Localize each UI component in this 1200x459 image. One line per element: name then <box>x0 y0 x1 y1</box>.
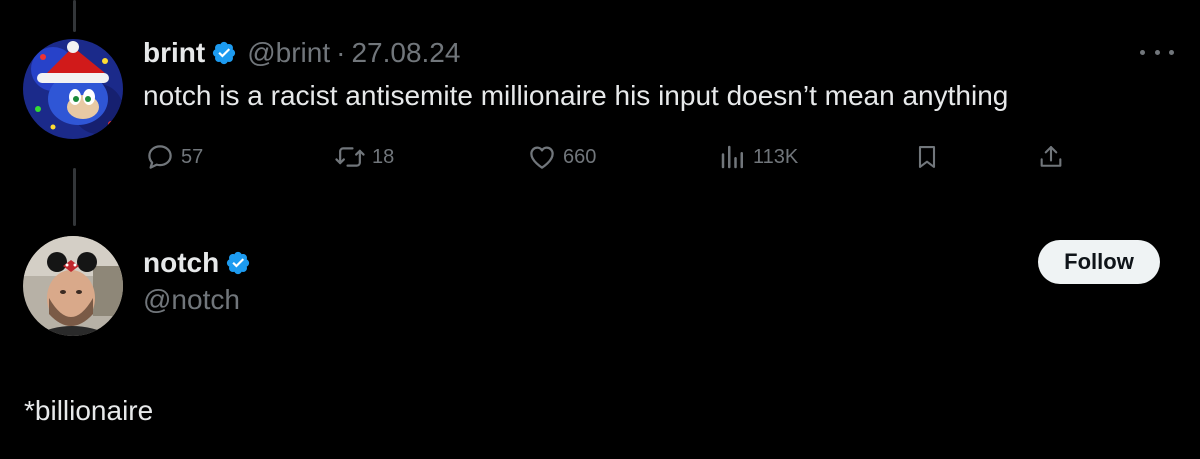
tweet-timestamp[interactable]: 27.08.24 <box>351 37 460 69</box>
parent-tweet-text: notch is a racist antisemite millionaire… <box>143 80 1009 111</box>
parent-tweet-header: brint @brint · 27.08.24 <box>143 33 460 73</box>
views-chart-icon <box>721 145 743 169</box>
reply-button[interactable]: 57 <box>145 140 203 174</box>
reply-icon <box>148 145 172 169</box>
retweet-button[interactable]: 18 <box>334 140 394 174</box>
share-icon <box>1040 146 1062 167</box>
bookmark-icon <box>918 146 936 168</box>
parent-avatar[interactable] <box>23 39 123 139</box>
reply-display-name[interactable]: notch <box>143 247 219 279</box>
views-count: 113K <box>753 145 799 168</box>
reply-tweet-text: *billionaire <box>24 395 154 426</box>
bearded-man-avatar-icon <box>23 236 123 336</box>
parent-display-name[interactable]: brint <box>143 37 205 69</box>
bookmark-button[interactable] <box>913 140 941 174</box>
like-button[interactable]: 660 <box>527 140 596 174</box>
reply-tweet-header: notch <box>143 243 261 283</box>
verified-badge-icon <box>225 250 251 276</box>
verified-badge-icon <box>211 40 237 66</box>
views-button[interactable]: 113K <box>719 140 798 174</box>
more-options-icon[interactable] <box>1140 42 1174 62</box>
reply-avatar[interactable] <box>23 236 123 336</box>
sonic-christmas-avatar-icon <box>23 39 123 139</box>
retweet-count: 18 <box>372 145 395 168</box>
thread-line-connector <box>73 168 76 226</box>
follow-button[interactable]: Follow <box>1038 240 1160 284</box>
reply-count: 57 <box>181 145 204 168</box>
retweet-icon <box>335 147 365 167</box>
parent-handle[interactable]: @brint <box>247 37 330 69</box>
like-count: 660 <box>563 145 597 168</box>
reply-handle[interactable]: @notch <box>143 284 240 316</box>
share-button[interactable] <box>1037 140 1065 174</box>
heart-icon <box>530 146 554 169</box>
separator-dot: · <box>336 37 346 68</box>
thread-line-top <box>73 0 76 32</box>
